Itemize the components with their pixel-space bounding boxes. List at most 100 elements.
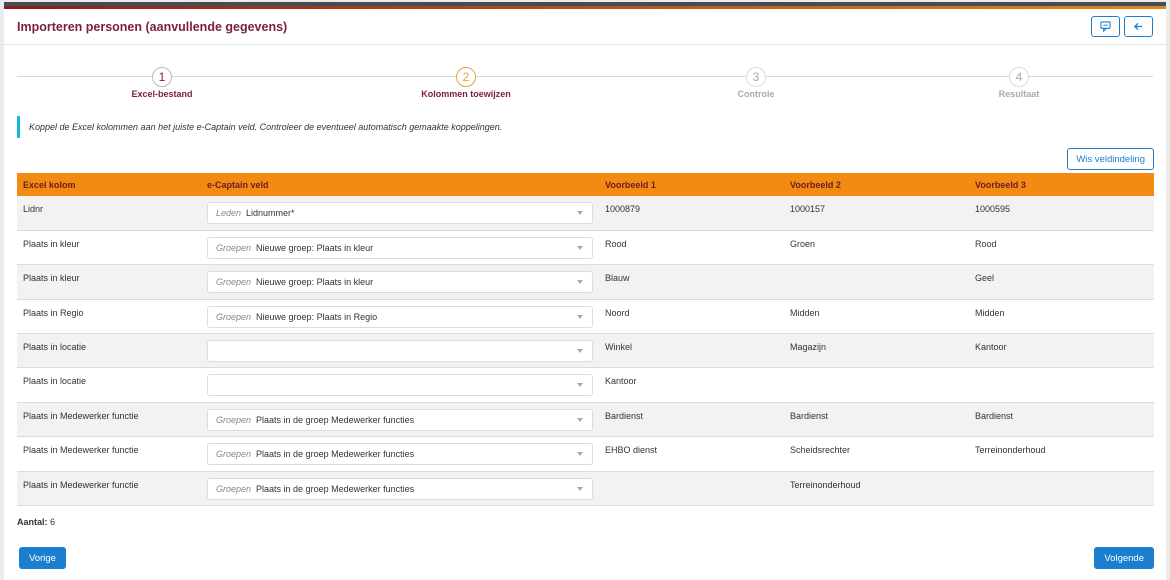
field-select[interactable]: Groepen Plaats in de groep Medewerker fun… [207,443,593,466]
step-label: Resultaat [998,89,1040,99]
caret-down-icon [577,486,583,491]
field-value: Plaats in de groep Medewerker functies [256,449,415,460]
example-2 [784,264,969,300]
example-3: Geel [969,264,1154,300]
excel-column-name: Plaats in Regio [17,299,201,335]
step-number: 2 [456,67,476,87]
example-2 [784,367,969,403]
field-category: Groepen [216,311,252,322]
step-excel-bestand: 1 Excel-bestand [62,67,262,99]
example-1: Blauw [599,264,784,300]
excel-column-name: Plaats in locatie [17,367,201,403]
clear-mapping-button[interactable]: Wis veldindeling [1067,148,1154,170]
caret-down-icon [577,280,583,285]
field-value: Plaats in de groep Medewerker functies [256,483,415,494]
step-label: Controle [737,89,775,99]
field-select[interactable]: Groepen Nieuwe groep: Plaats in kleur [207,271,593,294]
field-category: Groepen [216,277,252,288]
field-select[interactable]: Groepen Nieuwe groep: Plaats in Regio [207,305,593,328]
row-count-value: 6 [50,517,56,528]
field-select[interactable]: Groepen Plaats in de groep Medewerker fun… [207,477,593,500]
example-2: Bardienst [784,402,969,438]
excel-column-name: Plaats in locatie [17,333,201,369]
example-3: Midden [969,299,1154,335]
table-row: Plaats in locatie Winkel Magazijn Kantoo… [17,333,1154,369]
example-2: Terreinonderhoud [784,471,969,507]
excel-column-name: Plaats in Medewerker functie [17,436,201,472]
field-select[interactable]: Leden Lidnummer* [207,202,593,224]
comment-icon [1100,21,1111,32]
field-category: Groepen [216,414,252,425]
comment-button[interactable] [1091,16,1120,37]
example-1: Noord [599,299,784,335]
caret-down-icon [577,383,583,388]
excel-column-name: Lidnr [17,196,201,231]
field-category: Groepen [216,242,252,253]
table-header-row: Excel kolom e-Captain veld Voorbeeld 1 V… [17,173,1154,196]
caret-down-icon [577,417,583,422]
example-2: 1000157 [784,196,969,231]
example-2: Groen [784,230,969,266]
wizard-stepper: 1 Excel-bestand 2 Kolommen toewijzen 3 C… [4,45,1166,107]
header-excel-kolom: Excel kolom [17,173,201,196]
example-1: Kantoor [599,367,784,403]
example-3: 1000595 [969,196,1154,231]
row-count: Aantal: 6 [17,517,1166,527]
field-category: Groepen [216,449,252,460]
page-title: Importeren personen (aanvullende gegeven… [17,19,288,34]
field-select[interactable] [207,340,593,363]
table-row: Plaats in kleur Groepen Nieuwe groep: Pla… [17,264,1154,300]
table-row: Plaats in Regio Groepen Nieuwe groep: Pla… [17,299,1154,335]
step-number: 1 [152,67,172,87]
step-kolommen-toewijzen: 2 Kolommen toewijzen [366,67,566,99]
header-ecaptain-veld: e-Captain veld [201,173,599,196]
previous-button[interactable]: Vorige [19,547,66,569]
back-button[interactable] [1124,16,1153,37]
row-count-label: Aantal: [17,517,48,528]
example-3: Bardienst [969,402,1154,438]
step-controle: 3 Controle [656,67,856,99]
field-select[interactable]: Groepen Nieuwe groep: Plaats in kleur [207,236,593,259]
caret-down-icon [577,349,583,354]
table-row: Plaats in locatie Kantoor [17,367,1154,403]
field-select[interactable] [207,374,593,397]
header-voorbeeld-2: Voorbeeld 2 [784,173,969,196]
field-value: Nieuwe groep: Plaats in kleur [256,277,374,288]
example-1: Bardienst [599,402,784,438]
example-3 [969,367,1154,403]
brand-bar [4,2,1166,9]
caret-down-icon [577,314,583,319]
caret-down-icon [577,245,583,250]
example-1: EHBO dienst [599,436,784,472]
example-3 [969,471,1154,507]
field-value: Nieuwe groep: Plaats in Regio [256,311,378,322]
step-number: 4 [1009,67,1029,87]
field-value: Plaats in de groep Medewerker functies [256,414,415,425]
example-1: 1000879 [599,196,784,231]
step-label: Kolommen toewijzen [421,89,511,99]
info-message: Koppel de Excel kolommen aan het juiste … [17,116,1153,138]
header-voorbeeld-1: Voorbeeld 1 [599,173,784,196]
example-2: Magazijn [784,333,969,369]
step-number: 3 [746,67,766,87]
column-mapping-table: Excel kolom e-Captain veld Voorbeeld 1 V… [17,173,1154,507]
example-1: Rood [599,230,784,266]
page-header: Importeren personen (aanvullende gegeven… [4,9,1166,45]
caret-down-icon [577,211,583,215]
header-voorbeeld-3: Voorbeeld 3 [969,173,1154,196]
excel-column-name: Plaats in kleur [17,230,201,266]
excel-column-name: Plaats in Medewerker functie [17,402,201,438]
arrow-left-icon [1133,22,1143,31]
step-label: Excel-bestand [131,89,193,99]
field-category: Leden [216,208,242,218]
excel-column-name: Plaats in kleur [17,264,201,300]
table-row: Plaats in Medewerker functie Groepen Plaa… [17,436,1154,472]
example-3: Kantoor [969,333,1154,369]
next-button[interactable]: Volgende [1094,547,1154,569]
table-row: Plaats in kleur Groepen Nieuwe groep: Pla… [17,230,1154,266]
table-row: Lidnr Leden Lidnummer* 1000879 1000157 10… [17,196,1154,231]
field-select[interactable]: Groepen Plaats in de groep Medewerker fun… [207,408,593,431]
example-1 [599,471,784,507]
field-value: Lidnummer* [246,208,295,218]
example-2: Scheidsrechter [784,436,969,472]
